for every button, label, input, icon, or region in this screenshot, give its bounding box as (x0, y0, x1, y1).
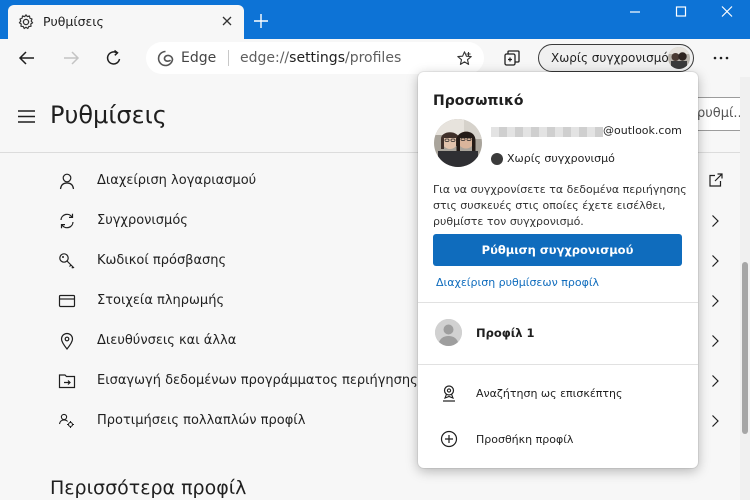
close-window-icon[interactable] (718, 4, 736, 20)
address-bar[interactable]: Edge edge://settings/profiles (146, 42, 484, 74)
more-profiles-heading: Περισσότερα προφίλ (50, 477, 247, 499)
chevron-right-icon (712, 335, 719, 347)
menu-icon[interactable] (18, 110, 35, 123)
other-profile-label: Προφίλ 1 (476, 326, 535, 340)
gear-icon (18, 14, 34, 30)
multi-profile-icon (58, 413, 74, 428)
close-tab-icon[interactable] (218, 12, 236, 30)
external-link-icon (709, 173, 723, 187)
page-title: Ρυθμίσεις (50, 101, 167, 129)
favorite-star-icon[interactable] (456, 50, 473, 67)
browse-as-guest-label: Αναζήτηση ως επισκέπτης (476, 387, 623, 400)
sync-description: Για να συγχρονίσετε τα δεδομένα περιήγησ… (433, 183, 687, 228)
row-label: Συγχρονισμός (97, 213, 188, 228)
sync-off-icon (491, 153, 503, 165)
chevron-right-icon (712, 375, 719, 387)
scrollbar-thumb[interactable] (742, 262, 748, 434)
person-icon (59, 173, 75, 190)
setup-sync-button[interactable]: Ρύθμιση συγχρονισμού (433, 234, 682, 266)
row-label: Εισαγωγή δεδομένων προγράμματος περιήγησ… (97, 373, 418, 388)
sync-status-label: Χωρίς συγχρονισμό (507, 152, 615, 165)
refresh-icon[interactable] (104, 48, 124, 68)
import-folder-icon (58, 374, 76, 389)
guest-icon (443, 385, 455, 402)
collections-icon[interactable] (503, 49, 521, 67)
address-separator (228, 50, 229, 66)
profile-button[interactable]: Χωρίς συγχρονισμό (538, 44, 694, 72)
page-scrollbar[interactable] (740, 77, 750, 500)
flyout-divider (418, 364, 698, 365)
email-redacted (491, 127, 603, 137)
row-label: Κωδικοί πρόσβασης (97, 253, 227, 268)
default-avatar-icon (435, 319, 462, 346)
browse-as-guest-button[interactable]: Αναζήτηση ως επισκέπτης (418, 374, 698, 414)
row-label: Διευθύνσεις και άλλα (97, 333, 237, 348)
manage-profile-settings-link[interactable]: Διαχείριση ρυθμίσεων προφίλ (436, 276, 599, 289)
chevron-right-icon (712, 295, 719, 307)
flyout-heading: Προσωπικό (433, 93, 524, 109)
maximize-icon[interactable] (672, 4, 690, 20)
location-pin-icon (60, 332, 74, 350)
url-text: edge://settings/profiles (240, 50, 402, 66)
row-label: Διαχείριση λογαριασμού (97, 173, 257, 188)
key-icon (59, 253, 75, 269)
search-placeholder: ρυθμί... (697, 106, 746, 121)
more-options-icon[interactable] (711, 49, 731, 67)
profile-button-label: Χωρίς συγχρονισμό (551, 51, 669, 65)
tab-title: Ρυθμίσεις (43, 14, 104, 29)
minimize-icon[interactable] (626, 4, 644, 20)
sync-status: Χωρίς συγχρονισμό (491, 152, 691, 168)
add-circle-icon (440, 430, 458, 448)
chevron-right-icon (712, 215, 719, 227)
other-profile-item[interactable]: Προφίλ 1 (418, 313, 698, 365)
email-domain: @outlook.com (603, 124, 682, 137)
chevron-right-icon (712, 415, 719, 427)
title-bar: Ρυθμίσεις (0, 0, 750, 39)
sync-icon (60, 213, 74, 229)
url-host: settings (289, 50, 345, 66)
address-prefix: Edge (181, 50, 217, 66)
back-arrow-icon[interactable] (17, 48, 37, 68)
forward-arrow-icon[interactable] (61, 48, 81, 68)
profile-flyout: Προσωπικό @outlook.com Χωρίς συγχρονισμό… (418, 72, 698, 468)
credit-card-icon (58, 294, 76, 308)
add-profile-button[interactable]: Προσθήκη προφίλ (418, 420, 698, 460)
settings-tab[interactable]: Ρυθμίσεις (8, 5, 244, 39)
row-label: Προτιμήσεις πολλαπλών προφίλ (97, 413, 306, 428)
new-tab-icon[interactable] (252, 12, 270, 30)
chevron-right-icon (712, 255, 719, 267)
add-profile-label: Προσθήκη προφίλ (476, 433, 574, 446)
profile-avatar (668, 47, 690, 69)
row-label: Στοιχεία πληρωμής (97, 293, 225, 308)
edge-logo-icon (157, 50, 174, 67)
profile-avatar-large (434, 119, 482, 167)
flyout-divider (418, 302, 698, 303)
